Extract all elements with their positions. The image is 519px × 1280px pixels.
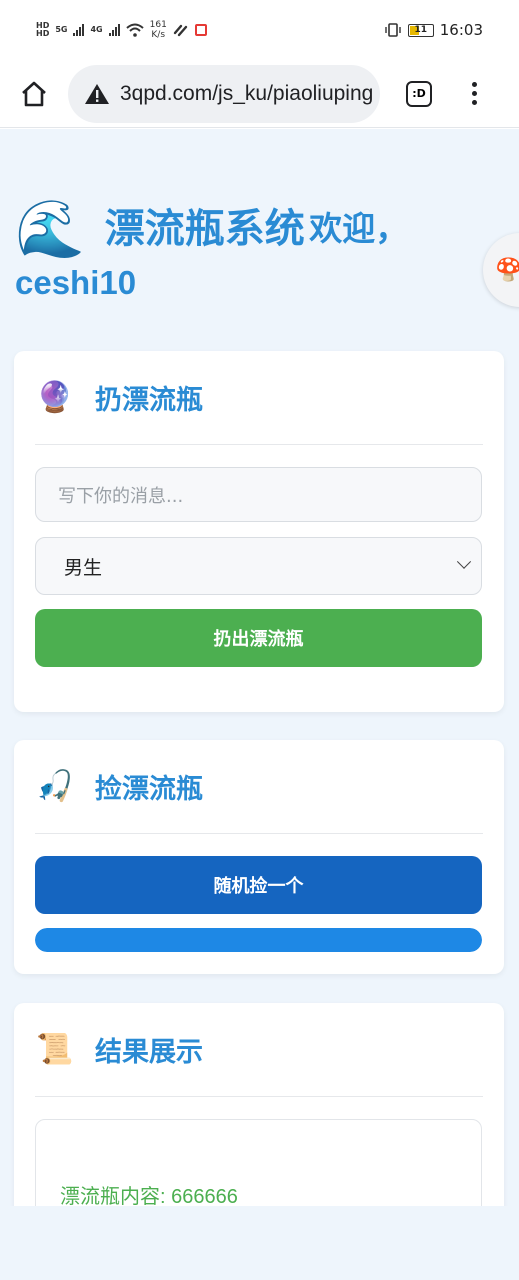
scroll-icon: 📜 [36,1032,74,1067]
throw-button-label: 扔出漂流瓶 [213,629,304,650]
browser-toolbar: 3qpd.com/js_ku/piaoliuping :D [0,60,519,128]
warning-icon[interactable] [84,83,110,105]
throw-bottle-button[interactable]: 扔出漂流瓶 [35,609,482,667]
pick-button-label: 随机捡一个 [213,876,304,897]
signal-icon [73,24,85,36]
page-content: 🌊 漂流瓶系统 欢迎， ceshi10 🍄 🔮 扔漂流瓶 写下你的消息... 男生… [0,129,519,1206]
result-card: 📜 结果展示 漂流瓶内容: 666666 [14,1003,504,1206]
message-input[interactable]: 写下你的消息... [35,467,482,522]
speed-unit: K/s [151,30,166,40]
address-bar[interactable]: 3qpd.com/js_ku/piaoliuping [68,64,380,123]
link-icon [173,24,188,37]
pick-random-button[interactable]: 随机捡一个 [35,856,482,914]
status-right: 11 16:03 [384,21,483,39]
throw-card-header: 🔮 扔漂流瓶 [35,351,483,445]
result-card-header: 📜 结果展示 [35,1003,483,1097]
assistant-icon: 🍄 [495,257,519,283]
app-title: 漂流瓶系统 [104,207,305,251]
page-title: 🌊 漂流瓶系统 欢迎， ceshi10 [15,194,475,306]
clock: 16:03 [439,21,483,39]
throw-bottle-card: 🔮 扔漂流瓶 写下你的消息... 男生 扔出漂流瓶 [14,351,504,712]
url-text[interactable]: 3qpd.com/js_ku/piaoliuping [120,82,373,106]
home-icon [22,81,46,106]
message-placeholder: 写下你的消息... [58,485,184,507]
floating-assistant-button[interactable]: 🍄 [483,233,519,307]
home-button[interactable] [16,76,52,112]
signal-icon-2 [108,24,120,36]
hd-badges: HD HD [36,22,49,38]
pick-card-header: 🎣 捡漂流瓶 [35,740,483,834]
gender-select[interactable]: 男生 [35,537,482,595]
network-type-1: 5G [55,25,68,34]
hd-badge-2: HD [36,29,50,38]
bottle-content-text: 漂流瓶内容: 666666 [60,1186,238,1206]
notification-icon [194,24,207,36]
crystal-ball-icon: 🔮 [36,380,74,415]
progress-fill [35,928,482,952]
result-content-box: 漂流瓶内容: 666666 [35,1119,482,1206]
username: ceshi10 [15,264,137,302]
status-left: HD HD 5G 4G 161 K/s [36,20,207,40]
gender-selected-value: 男生 [64,556,103,579]
network-speed: 161 K/s [150,20,167,40]
pick-bottle-card: 🎣 捡漂流瓶 随机捡一个 [14,740,504,974]
more-menu-button[interactable] [472,82,477,105]
welcome-text: 欢迎， [309,210,409,247]
status-bar: HD HD 5G 4G 161 K/s 11 16:03 [0,0,519,60]
tab-switcher-button[interactable]: :D [406,80,432,107]
pick-progress-bar [35,928,482,952]
vibrate-icon [385,23,401,37]
battery-icon: 11 [407,23,434,37]
tab-switcher-label: :D [412,87,426,100]
fishing-pole-icon: 🎣 [36,769,74,804]
network-type-2: 4G [90,25,103,34]
speed-value: 161 [149,20,167,30]
page-bottom-area [0,1206,519,1280]
wave-icon: 🌊 [15,197,85,260]
battery-level: 11 [414,25,428,35]
result-card-title: 结果展示 [95,1037,203,1067]
pick-card-title: 捡漂流瓶 [95,774,203,804]
chevron-down-icon [456,554,472,569]
wifi-icon [125,23,144,37]
throw-card-title: 扔漂流瓶 [95,385,203,415]
